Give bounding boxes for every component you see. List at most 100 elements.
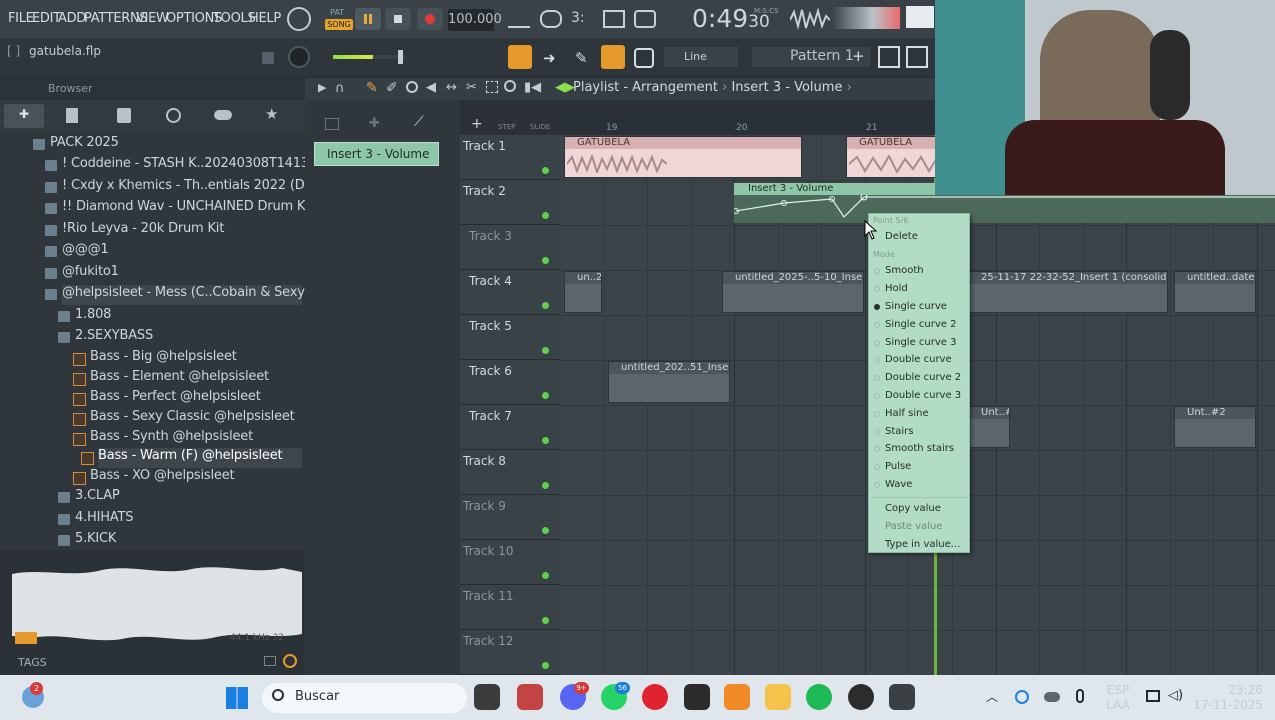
- tree-item[interactable]: Bass - Big @helpsisleet: [73, 349, 237, 369]
- zoom-icon[interactable]: [504, 80, 516, 92]
- audio-clip[interactable]: untitled_2025-..5-10_Insert 1: [722, 271, 864, 313]
- brush-icon[interactable]: ✎: [575, 49, 588, 67]
- track-header[interactable]: Track 12: [460, 630, 560, 675]
- track-header[interactable]: Track 11: [460, 585, 560, 630]
- input-language[interactable]: ESP LAA: [1100, 683, 1136, 713]
- track-header[interactable]: Track 1: [460, 135, 560, 180]
- speaker-icon[interactable]: [117, 108, 131, 123]
- audio-clip[interactable]: untitled_202..51_Insert 1: [608, 361, 730, 403]
- track-mute-led[interactable]: [542, 392, 549, 399]
- add-pattern-icon[interactable]: +: [852, 47, 865, 65]
- tree-item[interactable]: Bass - Perfect @helpsisleet: [73, 389, 261, 409]
- tray-cloud-icon[interactable]: [1044, 692, 1060, 702]
- preview-play-icon[interactable]: [15, 632, 37, 644]
- track-header[interactable]: Track 6: [460, 360, 560, 405]
- playlist-shortcut-button[interactable]: [508, 45, 532, 69]
- pencil-icon[interactable]: ✎: [366, 80, 378, 96]
- main-pitch-knob[interactable]: [288, 46, 310, 68]
- audio-clip[interactable]: 25-11-17 22-32-52_Insert 1 (consolidated…: [968, 271, 1168, 313]
- menu-item-single-curve-2[interactable]: Single curve 2: [874, 319, 956, 330]
- countdown-icon[interactable]: 3:: [571, 10, 593, 28]
- track-header[interactable]: Track 2: [460, 180, 560, 225]
- audio-clip[interactable]: GATUBELA: [564, 136, 802, 178]
- file-icon[interactable]: [66, 108, 78, 123]
- track-header[interactable]: Track 4: [460, 270, 560, 315]
- track-mute-led[interactable]: [542, 662, 549, 669]
- tree-item[interactable]: Bass - Synth @helpsisleet: [72, 429, 253, 449]
- loop-record-icon[interactable]: [634, 10, 656, 28]
- track-header[interactable]: Track 8: [460, 450, 560, 495]
- audio-clip[interactable]: Unt..#2: [968, 406, 1010, 448]
- browser-header[interactable]: Browser: [0, 78, 305, 98]
- tree-item[interactable]: 5.KICK: [57, 531, 116, 551]
- tree-item[interactable]: Bass - Sexy Classic @helpsisleet: [73, 409, 295, 429]
- star-icon[interactable]: ★: [265, 105, 278, 123]
- tree-item[interactable]: !Rio Leyva - 20k Drum Kit: [44, 221, 224, 241]
- globe-icon[interactable]: [166, 108, 181, 123]
- menu-item-stairs[interactable]: Stairs: [874, 426, 914, 437]
- menu-help[interactable]: HELP: [249, 11, 281, 26]
- tray-chevron-icon[interactable]: ︿: [986, 688, 998, 705]
- channel-rack-icon[interactable]: [906, 46, 928, 68]
- browser-tab-all[interactable]: ✚: [4, 104, 44, 128]
- tags-bar[interactable]: TAGS: [0, 650, 305, 674]
- menu-item-type-in-value[interactable]: Type in value...: [885, 539, 960, 550]
- opera-icon[interactable]: [642, 684, 668, 710]
- wait-icon[interactable]: [540, 10, 562, 28]
- link-button[interactable]: [601, 45, 625, 69]
- tempo-display[interactable]: 100.000: [448, 9, 502, 31]
- tree-item[interactable]: @@@1: [44, 242, 109, 262]
- track-mute-led[interactable]: [542, 617, 549, 624]
- menu-view[interactable]: VIEW: [136, 11, 169, 26]
- menu-item-hold[interactable]: Hold: [874, 283, 908, 294]
- volume-icon[interactable]: ◁): [1168, 688, 1183, 703]
- audio-clip[interactable]: untitled..dated]: [1174, 271, 1256, 313]
- track-mute-led[interactable]: [542, 302, 549, 309]
- paint-icon[interactable]: ✐: [386, 80, 398, 96]
- record-button[interactable]: [417, 8, 443, 30]
- pattern-icon[interactable]: [325, 118, 339, 130]
- add-track-icon[interactable]: +: [471, 116, 483, 132]
- spotify-icon[interactable]: [806, 684, 832, 710]
- media-app-icon[interactable]: [517, 684, 543, 710]
- tree-item[interactable]: PACK 2025: [33, 135, 119, 155]
- playback-icon[interactable]: ▮◀: [524, 80, 541, 95]
- chrome-icon[interactable]: [848, 684, 874, 710]
- menu-item-smooth[interactable]: Smooth: [874, 265, 924, 276]
- stamp-icon[interactable]: [634, 48, 654, 68]
- menu-item-single-curve[interactable]: Single curve: [874, 301, 947, 312]
- tree-item[interactable]: 1.808: [57, 307, 111, 327]
- master-volume-slider[interactable]: [333, 55, 405, 59]
- track-mute-led[interactable]: [542, 572, 549, 579]
- menu-file[interactable]: FILE: [8, 11, 34, 26]
- track-header[interactable]: Track 9: [460, 495, 560, 540]
- step-edit-icon[interactable]: [603, 10, 625, 28]
- menu-item-double-curve-3[interactable]: Double curve 3: [874, 390, 961, 401]
- clock-date[interactable]: 23:26 17-11-2025: [1193, 683, 1263, 713]
- delete-icon[interactable]: [406, 81, 418, 93]
- tree-item[interactable]: Bass - Element @helpsisleet: [73, 369, 269, 389]
- track-mute-led[interactable]: [542, 257, 549, 264]
- stop-button[interactable]: [385, 8, 411, 30]
- pen-app-icon[interactable]: [684, 684, 710, 710]
- menu-item-half-sine[interactable]: Half sine: [874, 408, 929, 419]
- play-pause-button[interactable]: [355, 8, 381, 30]
- menu-item-double-curve[interactable]: Double curve: [874, 354, 952, 365]
- track-mute-led[interactable]: [542, 527, 549, 534]
- snap-selector[interactable]: Line: [664, 47, 738, 67]
- tree-item[interactable]: 2.SEXYBASS: [57, 328, 153, 348]
- playlist-arrows-icon[interactable]: ◀▶: [555, 80, 575, 95]
- tree-item[interactable]: Bass - XO @helpsisleet: [72, 468, 235, 488]
- master-volume-handle[interactable]: [398, 50, 403, 64]
- menu-item-wave[interactable]: Wave: [874, 479, 912, 490]
- tree-item[interactable]: @fukito1: [45, 264, 119, 284]
- tray-mic-icon[interactable]: [1076, 689, 1084, 703]
- audio-clip[interactable]: GATUBELA: [846, 136, 936, 178]
- slice-icon[interactable]: ✂: [466, 80, 477, 95]
- automation-clip-source[interactable]: Insert 3 - Volume: [314, 142, 439, 166]
- folder-app-icon[interactable]: [765, 684, 791, 710]
- menu-item-smooth-stairs[interactable]: Smooth stairs: [874, 443, 954, 454]
- menu-add[interactable]: ADD: [58, 11, 86, 26]
- track-mute-led[interactable]: [542, 347, 549, 354]
- tree-item-selected[interactable]: Bass - Warm (F) @helpsisleet: [81, 448, 302, 468]
